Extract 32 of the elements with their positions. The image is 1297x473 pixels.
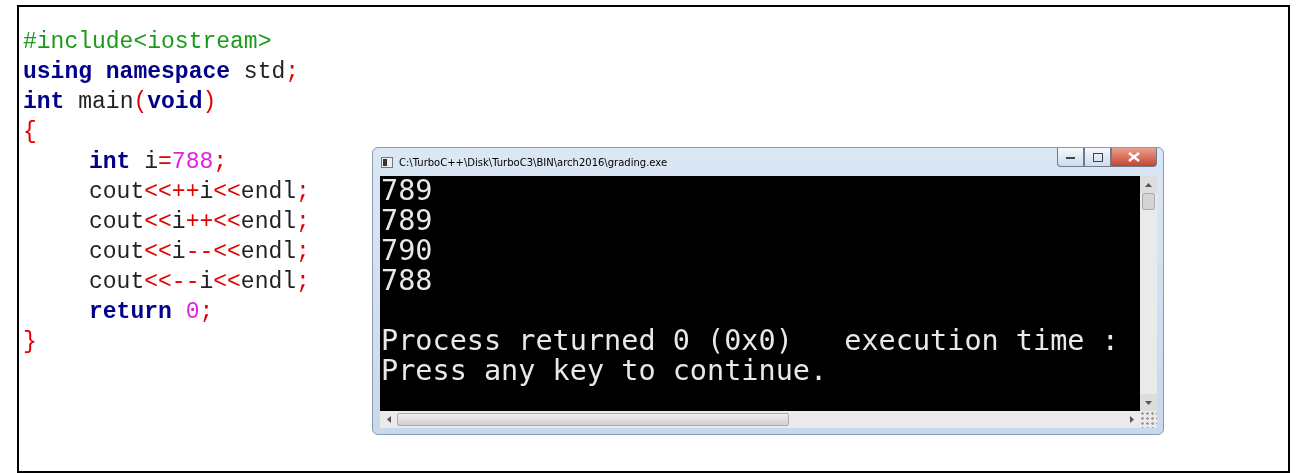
scrollbar-thumb[interactable] [1142,193,1155,210]
vertical-scrollbar[interactable] [1140,176,1157,411]
code-line: } [23,328,38,357]
code-line: int i=788; [89,148,229,177]
output-line: 790 [381,236,434,266]
code-line: cout<<i++<<endl; [89,208,311,237]
code-line: { [23,118,38,147]
maximize-button[interactable] [1084,148,1111,167]
code-line: cout<<++i<<endl; [89,178,311,207]
close-button[interactable] [1111,148,1157,167]
code-line: cout<<i--<<endl; [89,238,311,267]
output-line: 789 [381,176,434,206]
scroll-up-icon[interactable] [1140,176,1157,193]
scrollbar-thumb[interactable] [397,413,789,426]
output-line: Process returned 0 (0x0) execution time : [381,326,1120,356]
minimize-button[interactable] [1057,148,1084,167]
minimize-icon [1066,155,1075,159]
horizontal-scrollbar[interactable] [380,411,1157,428]
code-line: using namespace std; [23,58,301,87]
code-line: cout<<--i<<endl; [89,268,311,297]
output-line: 789 [381,206,434,236]
window-title: C:\TurboC++\Disk\TurboC3\BIN\arch2016\grading.exe [399,156,668,168]
resize-grip-icon[interactable] [1140,411,1157,428]
output-line: 788 [381,266,434,296]
maximize-icon [1092,152,1103,162]
code-line: int main(void) [23,88,218,117]
close-icon [1128,152,1140,162]
output-line: Press any key to continue. [381,356,829,386]
code-line: return 0; [89,298,215,327]
console-icon [381,156,393,168]
scroll-down-icon[interactable] [1140,394,1157,411]
code-line: #include<iostream> [23,28,273,57]
